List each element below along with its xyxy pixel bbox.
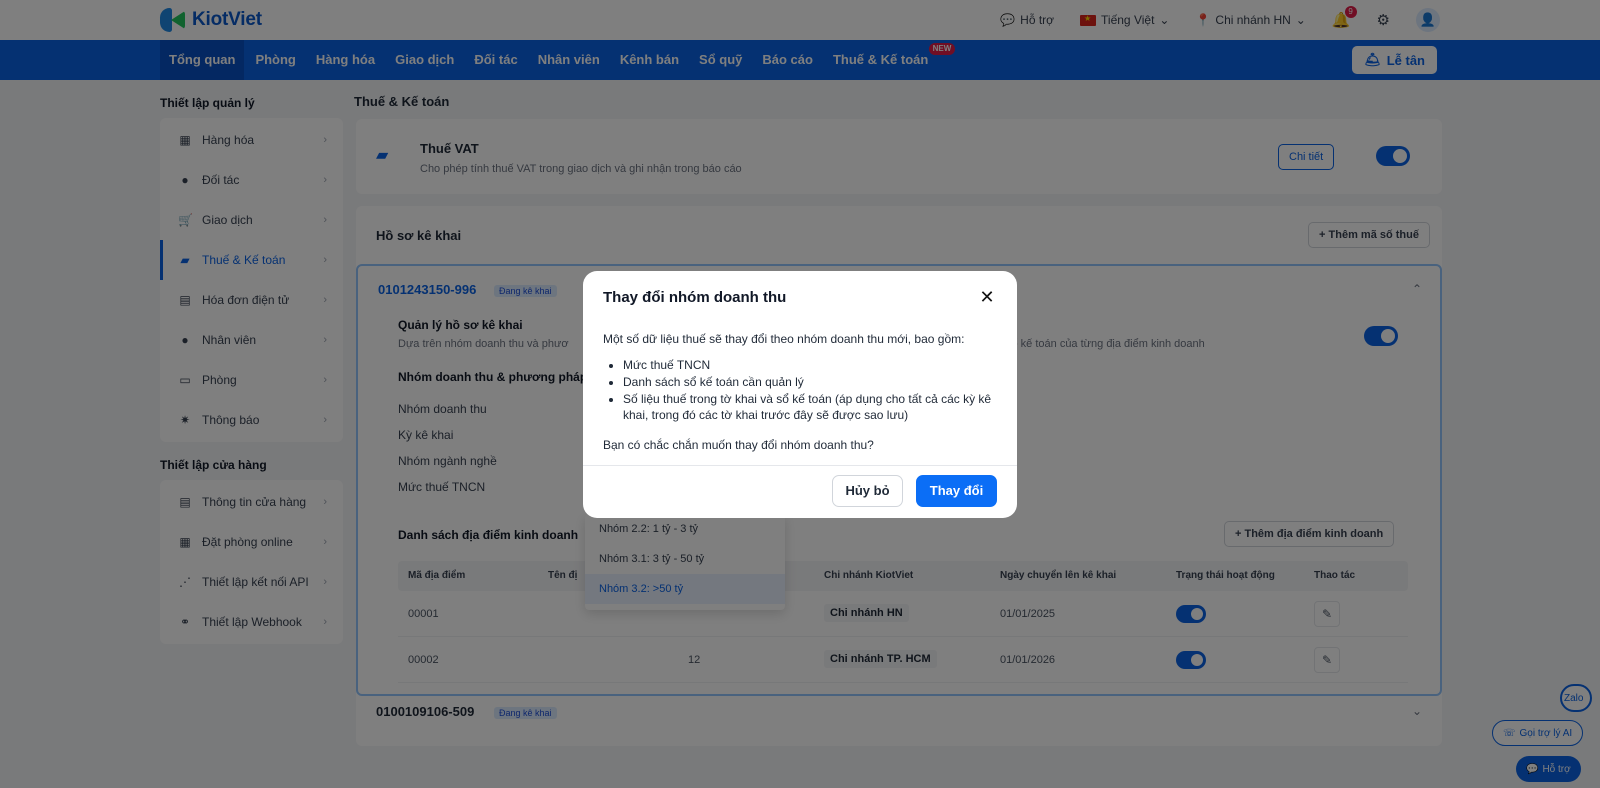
dialog-question: Bạn có chắc chắn muốn thay đổi nhóm doan… bbox=[603, 438, 874, 452]
dialog-intro: Một số dữ liệu thuế sẽ thay đổi theo nhó… bbox=[603, 332, 965, 346]
list-item: Mức thuế TNCN bbox=[623, 357, 998, 373]
dialog-title: Thay đổi nhóm doanh thu bbox=[603, 289, 787, 306]
cancel-button[interactable]: Hủy bỏ bbox=[832, 475, 903, 507]
confirm-change-button[interactable]: Thay đổi bbox=[916, 475, 997, 507]
dialog-body: Một số dữ liệu thuế sẽ thay đổi theo nhó… bbox=[603, 331, 998, 453]
change-list: Mức thuế TNCN Danh sách sổ kế toán cần q… bbox=[623, 357, 998, 423]
divider bbox=[583, 465, 1017, 466]
list-item: Danh sách sổ kế toán cần quản lý bbox=[623, 374, 998, 390]
close-icon[interactable]: ✕ bbox=[975, 285, 999, 309]
change-revenue-group-dialog: Thay đổi nhóm doanh thu ✕ Một số dữ liệu… bbox=[583, 271, 1017, 518]
list-item: Số liệu thuế trong tờ khai và sổ kế toán… bbox=[623, 391, 998, 423]
